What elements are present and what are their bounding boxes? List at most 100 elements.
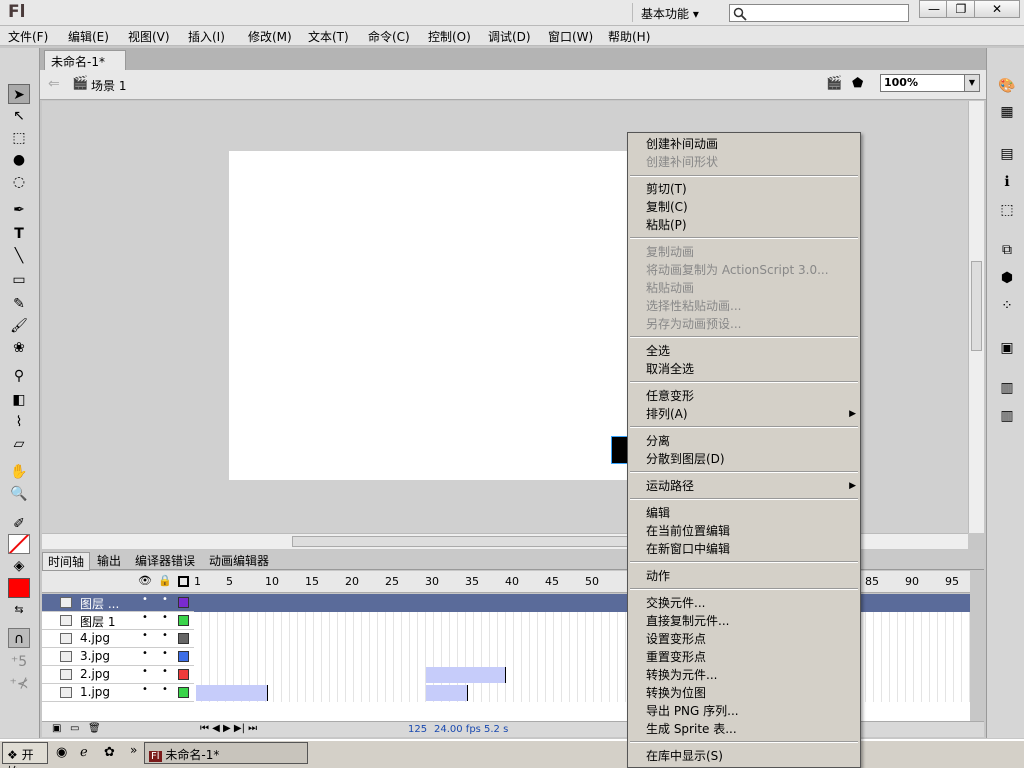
layer-color-swatch[interactable] [178,597,189,608]
motion-tween-span[interactable] [426,685,468,701]
menu-item-deselect-all[interactable]: 取消全选 [646,360,694,378]
motion-tween-span[interactable] [426,667,506,683]
menu-item-paste[interactable]: 粘贴(P) [646,216,687,234]
selected-object[interactable] [611,436,629,464]
vscroll-thumb[interactable] [971,261,982,351]
layer-name[interactable]: 3.jpg [80,649,110,663]
quicklaunch-360-icon[interactable]: ✿ [104,745,115,760]
layer-name[interactable]: 2.jpg [80,667,110,681]
quicklaunch-chrome-icon[interactable]: ◉ [56,745,67,760]
tab-compiler-errors[interactable]: 编译器错误 [130,552,200,569]
transform-icon[interactable]: ⬚ [996,200,1018,220]
line-tool-icon[interactable]: ╲ [8,246,30,266]
smooth-icon[interactable]: ⁺5 [8,652,30,672]
tab-timeline[interactable]: 时间轴 [42,552,91,571]
menu-control[interactable]: 控制(O) [428,28,471,45]
project-icon[interactable]: ▣ [996,338,1018,358]
close-button[interactable]: ✕ [974,0,1020,18]
edit-scene-icon[interactable]: 🎬 [826,76,842,91]
layer-color-swatch[interactable] [178,669,189,680]
menu-window[interactable]: 窗口(W) [548,28,593,45]
help-search-input[interactable] [729,4,909,22]
menu-text[interactable]: 文本(T) [308,28,349,45]
selection-tool-icon[interactable]: ➤ [8,84,30,104]
current-frame[interactable]: 125 [408,724,427,735]
lock-icon[interactable]: 🔒 [158,574,172,587]
lock-dot[interactable]: • [162,630,168,641]
align-icon[interactable]: ▤ [996,144,1018,164]
document-tab[interactable]: 未命名-1* × [44,50,126,84]
menu-item-edit-in-new-window[interactable]: 在新窗口中编辑 [646,540,730,558]
menu-item-generate-sprite-sheet[interactable]: 生成 Sprite 表... [646,720,737,738]
menu-item-swap-symbol[interactable]: 交换元件... [646,594,705,612]
menu-item-show-in-library[interactable]: 在库中显示(S) [646,747,723,765]
edit-symbols-icon[interactable]: ⬟ [852,76,863,91]
layer-color-swatch[interactable] [178,615,189,626]
lock-dot[interactable]: • [162,612,168,623]
zoom-tool-icon[interactable]: 🔍 [8,484,30,504]
tab-output[interactable]: 输出 [92,552,126,569]
pencil-icon[interactable]: ✎ [8,294,30,314]
snap-magnet-icon[interactable]: ∩ [8,628,30,648]
menu-item-edit[interactable]: 编辑 [646,504,670,522]
swatches-icon[interactable]: ▦ [996,102,1018,122]
free-transform-icon[interactable]: ⬚ [8,128,30,148]
components-icon[interactable]: ⬢ [996,268,1018,288]
maximize-button[interactable]: ❐ [946,0,976,18]
menu-item-edit-in-place[interactable]: 在当前位置编辑 [646,522,730,540]
lock-dot[interactable]: • [162,594,168,605]
text-tool-icon[interactable]: T [8,224,30,244]
delete-layer-icon[interactable]: 🗑 [88,723,101,734]
bone-tool-icon[interactable]: ⚲ [8,366,30,386]
menu-modify[interactable]: 修改(M) [248,28,292,45]
menu-item-arrange[interactable]: 排列(A) ▶ [646,405,856,423]
lasso-icon[interactable]: ◌ [8,172,30,192]
menu-view[interactable]: 视图(V) [128,28,170,45]
quicklaunch-overflow[interactable]: » [130,743,137,757]
library-icon[interactable]: ▥ [996,406,1018,426]
menu-item-duplicate-symbol[interactable]: 直接复制元件... [646,612,729,630]
zoom-dropdown-icon[interactable]: ▼ [964,74,980,92]
stroke-color-icon[interactable]: ✐ [8,514,30,534]
3d-rotation-icon[interactable]: ● [8,150,30,170]
menu-item-break-apart[interactable]: 分离 [646,432,670,450]
tab-motion-editor[interactable]: 动画编辑器 [204,552,274,569]
menu-item-copy[interactable]: 复制(C) [646,198,688,216]
layer-color-swatch[interactable] [178,633,189,644]
minimize-button[interactable]: — [919,0,949,18]
layer-name[interactable]: 图层 1 [80,613,115,630]
fill-color-icon[interactable]: ◈ [8,556,30,576]
pen-tool-icon[interactable]: ✒ [8,200,30,220]
visibility-dot[interactable]: • [142,612,148,623]
brush-icon[interactable]: 🖌 [8,316,30,336]
menu-item-motion-path[interactable]: 运动路径 ▶ [646,477,856,495]
layer-name[interactable]: 4.jpg [80,631,110,645]
start-button[interactable]: ❖ 开始 [2,742,48,768]
new-folder-icon[interactable]: ▭ [70,723,79,734]
visibility-dot[interactable]: • [142,594,148,605]
playback-controls-icon[interactable]: ⏮ ◀ ▶ ▶| ⏭ [200,723,257,734]
menu-item-convert-to-symbol[interactable]: 转换为元件... [646,666,717,684]
hand-tool-icon[interactable]: ✋ [8,462,30,482]
stage-vertical-scrollbar[interactable] [968,101,984,533]
taskbar-item[interactable]: Fl 未命名-1* [144,742,308,764]
visibility-dot[interactable]: • [142,666,148,677]
lock-dot[interactable]: • [162,648,168,659]
visibility-dot[interactable]: • [142,648,148,659]
menu-item-set-transform-point[interactable]: 设置变形点 [646,630,706,648]
quicklaunch-ie-icon[interactable]: ℯ [80,745,88,760]
menu-item-convert-to-bitmap[interactable]: 转换为位图 [646,684,706,702]
motion-tween-span[interactable] [196,685,268,701]
stroke-swatch[interactable] [8,534,30,554]
eraser-icon[interactable]: ▱ [8,434,30,454]
properties-icon[interactable]: ▥ [996,378,1018,398]
menu-item-cut[interactable]: 剪切(T) [646,180,687,198]
hscroll-thumb[interactable] [292,536,632,547]
color-palette-icon[interactable]: 🎨 [996,76,1018,96]
layer-color-swatch[interactable] [178,651,189,662]
menu-item-actions[interactable]: 动作 [646,567,670,585]
menu-item-create-motion-tween[interactable]: 创建补间动画 [646,135,718,153]
menu-edit[interactable]: 编辑(E) [68,28,109,45]
menu-item-select-all[interactable]: 全选 [646,342,670,360]
menu-help[interactable]: 帮助(H) [608,28,650,45]
